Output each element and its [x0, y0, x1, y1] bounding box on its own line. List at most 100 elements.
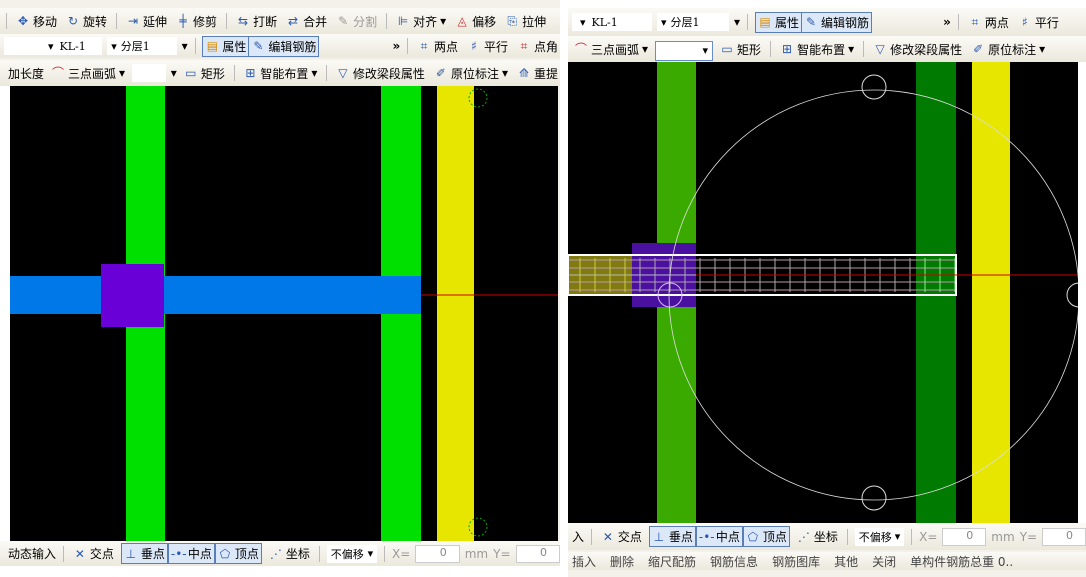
perpendicular-snap[interactable]: ⊥ 垂点 [120, 543, 168, 564]
more-button[interactable]: » [392, 39, 400, 53]
add-length-label[interactable]: 加长度 [8, 65, 44, 82]
label: 打断 [253, 14, 278, 29]
layer-select[interactable]: ▾ 分层1 [107, 37, 177, 55]
vertex-icon: ⬠ [747, 529, 759, 544]
other-button[interactable]: 其他 [834, 553, 858, 570]
drawing-canvas[interactable] [568, 62, 1086, 523]
modify-beam-button[interactable]: ▽ 修改梁段属性 [334, 64, 427, 83]
label: 垂点 [140, 547, 165, 561]
intersection-snap[interactable]: ✕ 交点 [599, 527, 644, 546]
right-panel: ▾ KL-1 ▾ 分层1 ▾ ▤ 属性 ✎ 编辑钢筋 » ⌗ 两点 ♯ 平行 ⌒ 三点画弧… [568, 0, 1086, 577]
beam[interactable] [10, 276, 421, 314]
y-input[interactable]: 0 [1042, 527, 1086, 546]
arc-icon: ⌒ [574, 42, 587, 56]
property-icon: ▤ [759, 15, 771, 29]
rotate-button[interactable]: ↻ 旋转 [64, 12, 109, 31]
column-strip[interactable] [916, 62, 956, 523]
two-point-button[interactable]: ⌗ 两点 [415, 37, 460, 56]
total-weight-label: 单构件钢筋总重 0.. [910, 555, 1014, 569]
arc-combo[interactable] [132, 64, 166, 82]
align-button[interactable]: ⊫ 对齐 ▾ [394, 12, 448, 31]
close-button[interactable]: 关闭 [872, 553, 896, 570]
break-button[interactable]: ⇆ 打断 [234, 12, 279, 31]
value: 不偏移 [330, 547, 364, 561]
delete-button[interactable]: 删除 [610, 553, 634, 570]
coordinate-snap[interactable]: ⋰ 坐标 [267, 544, 312, 563]
value: 分层1 [670, 16, 700, 29]
arc-button[interactable]: ⌒ 三点画弧 ▾ [49, 64, 127, 83]
column-selected[interactable] [101, 264, 164, 327]
offset-select[interactable]: 不偏移 ▾ [326, 544, 378, 563]
label: 合并 [303, 14, 328, 29]
layer-dropdown-icon[interactable]: ▾ [734, 15, 740, 29]
insert-button[interactable]: 插入 [572, 553, 596, 570]
midpoint-snap[interactable]: -•- 中点 [695, 526, 743, 547]
property-button[interactable]: ▤ 属性 [755, 11, 803, 33]
smart-layout-button[interactable]: ⊞ 智能布置 ▾ [241, 64, 319, 83]
parallel-icon: ♯ [1021, 15, 1028, 29]
edit-rebar-button[interactable]: ✎ 编辑钢筋 [801, 11, 873, 33]
trim-button[interactable]: ╪ 修剪 [174, 12, 219, 31]
rect-button[interactable]: ▭ 矩形 [182, 64, 227, 83]
two-point-button[interactable]: ⌗ 两点 [966, 13, 1011, 32]
dynamic-input-toggle[interactable]: 动态输入 [8, 545, 56, 562]
combo-dropdown-icon[interactable]: ▾ [171, 66, 177, 80]
redo-button[interactable]: ⟰ 重提 [515, 64, 560, 83]
rotate-icon: ↻ [67, 14, 79, 28]
rebar-library-button[interactable]: 钢筋图库 [772, 553, 820, 570]
extend-button[interactable]: ⇥ 延伸 [124, 12, 169, 31]
merge-button[interactable]: ⇄ 合并 [284, 12, 329, 31]
component-select[interactable]: ▾ KL-1 [572, 13, 652, 31]
point-angle-button[interactable]: ⌗ 点角 [515, 37, 560, 56]
perpendicular-snap[interactable]: ⊥ 垂点 [648, 526, 696, 547]
parallel-button[interactable]: ♯ 平行 [1016, 13, 1061, 32]
offset-select[interactable]: 不偏移 ▾ [854, 527, 905, 546]
y-input[interactable]: 0 [515, 544, 560, 563]
label: 属性 [775, 15, 800, 30]
intersection-snap[interactable]: ✕ 交点 [71, 544, 116, 563]
layer-select[interactable]: ▾ 分层1 [657, 13, 729, 31]
offset-button[interactable]: ◬ 偏移 [453, 12, 498, 31]
wall-strip[interactable] [972, 62, 1010, 523]
rect-button[interactable]: ▭ 矩形 [718, 40, 763, 59]
label: 智能布置 [260, 66, 309, 81]
stretch-icon: ⎘ [507, 14, 517, 28]
in-situ-button[interactable]: ✐ 原位标注 ▾ [432, 64, 510, 83]
left-panel: ✥ 移动 ↻ 旋转 ⇥ 延伸 ╪ 修剪 ⇆ 打断 ⇄ 合并 ✎ 分割 ⊫ 对齐 ▾ ◬ 偏移 ⎘ 拉伸… [0, 0, 560, 577]
label: 三点画弧 [591, 42, 640, 57]
split-button[interactable]: ✎ 分割 [334, 12, 379, 31]
combo-dropdown-icon[interactable]: ▾ [703, 44, 709, 57]
stretch-button[interactable]: ⎘ 拉伸 [503, 12, 548, 31]
x-input[interactable]: 0 [415, 544, 460, 563]
wall-strip[interactable] [437, 86, 474, 541]
label: 修改梁段属性 [890, 42, 963, 57]
rebar-info-button[interactable]: 钢筋信息 [710, 553, 758, 570]
property-button[interactable]: ▤ 属性 [202, 35, 250, 57]
vertex-snap[interactable]: ⬠ 顶点 [214, 543, 262, 564]
x-input[interactable]: 0 [942, 527, 987, 546]
arc-button[interactable]: ⌒ 三点画弧 ▾ [572, 40, 650, 59]
canvas-margin [0, 86, 10, 541]
midpoint-snap[interactable]: -•- 中点 [167, 543, 215, 564]
more-button[interactable]: » [943, 15, 951, 29]
label: 两点 [984, 15, 1009, 30]
parallel-button[interactable]: ♯ 平行 [465, 37, 510, 56]
coordinate-icon: ⋰ [269, 546, 282, 561]
drawing-canvas[interactable] [0, 86, 560, 541]
vertex-icon: ⬠ [219, 546, 231, 561]
scale-rebar-button[interactable]: 缩尺配筋 [648, 553, 696, 570]
move-button[interactable]: ✥ 移动 [14, 12, 59, 31]
dynamic-input-toggle[interactable]: 入 [572, 528, 584, 545]
smart-layout-button[interactable]: ⊞ 智能布置 ▾ [778, 40, 856, 59]
coordinate-snap[interactable]: ⋰ 坐标 [795, 527, 840, 546]
split-icon: ✎ [338, 14, 349, 28]
modify-beam-button[interactable]: ▽ 修改梁段属性 [871, 40, 964, 59]
extend-icon: ⇥ [128, 14, 139, 28]
component-select[interactable]: ▾ KL-1 [4, 37, 103, 55]
redo-icon: ⟰ [518, 66, 530, 80]
arc-combo[interactable]: ▾ [655, 40, 714, 61]
layer-dropdown-icon[interactable]: ▾ [182, 39, 188, 53]
edit-rebar-button[interactable]: ✎ 编辑钢筋 [248, 35, 320, 57]
in-situ-button[interactable]: ✐ 原位标注 ▾ [969, 40, 1047, 59]
vertex-snap[interactable]: ⬠ 顶点 [742, 526, 790, 547]
